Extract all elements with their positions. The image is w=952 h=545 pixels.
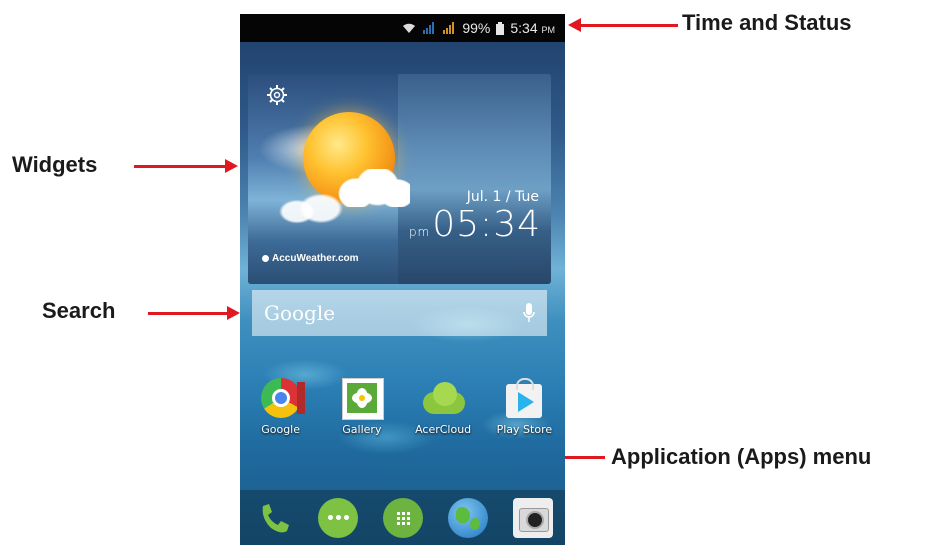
callout-search: Search	[42, 298, 116, 323]
wifi-icon	[403, 23, 416, 33]
camera-icon[interactable]	[512, 497, 553, 538]
accuweather-dot-icon	[262, 255, 269, 262]
callout-apps-menu: Application (Apps) menu	[611, 444, 872, 469]
dock	[240, 490, 565, 545]
play-store-icon	[502, 376, 546, 420]
callout-widgets: Widgets	[12, 152, 98, 177]
gear-icon[interactable]	[266, 84, 288, 106]
app-google[interactable]: Google	[243, 376, 319, 436]
widget-time: 05:34	[432, 204, 541, 245]
phone-screen: 99% 5:34 PM AccuWeather.com Jul. 1 / Tue	[240, 14, 565, 545]
messages-icon[interactable]	[317, 497, 358, 538]
google-folder-icon	[259, 376, 305, 420]
microphone-icon[interactable]	[523, 303, 535, 323]
google-search-logo: Google	[264, 301, 336, 325]
widget-ampm: pm	[408, 225, 431, 239]
app-play-store[interactable]: Play Store	[486, 376, 562, 436]
browser-icon[interactable]	[447, 497, 488, 538]
arrow-time-status	[568, 18, 678, 32]
gallery-icon	[340, 376, 384, 420]
signal-icon-1	[423, 22, 435, 34]
status-bar: 99% 5:34 PM	[240, 14, 565, 42]
cloud-icon	[273, 194, 353, 226]
apps-menu-icon[interactable]	[382, 497, 423, 538]
arrow-search	[148, 306, 240, 320]
acercloud-icon	[421, 376, 466, 420]
app-label: Google	[261, 423, 301, 436]
status-time: 5:34 PM	[510, 20, 555, 36]
app-gallery[interactable]: Gallery	[324, 376, 400, 436]
accuweather-brand: AccuWeather.com	[262, 253, 359, 264]
google-search-bar[interactable]: Google	[252, 290, 547, 336]
app-acercloud[interactable]: AcerCloud	[405, 376, 481, 436]
callout-time-status: Time and Status	[682, 10, 852, 35]
weather-clock-widget[interactable]: AccuWeather.com Jul. 1 / Tue pm05:34	[248, 74, 551, 284]
app-grid: Google Gallery AcerCloud Play Store	[240, 376, 565, 436]
app-label: AcerCloud	[415, 423, 472, 436]
battery-icon	[496, 21, 505, 35]
app-label: Gallery	[342, 423, 382, 436]
widget-clock: pm05:34	[409, 204, 541, 245]
signal-icon-2	[443, 22, 455, 34]
widget-date: Jul. 1 / Tue	[466, 189, 539, 205]
arrow-widgets	[134, 159, 238, 173]
accuweather-label: AccuWeather.com	[272, 253, 359, 264]
app-label: Play Store	[496, 423, 553, 436]
battery-percent: 99%	[462, 20, 491, 36]
phone-icon[interactable]	[253, 498, 293, 538]
